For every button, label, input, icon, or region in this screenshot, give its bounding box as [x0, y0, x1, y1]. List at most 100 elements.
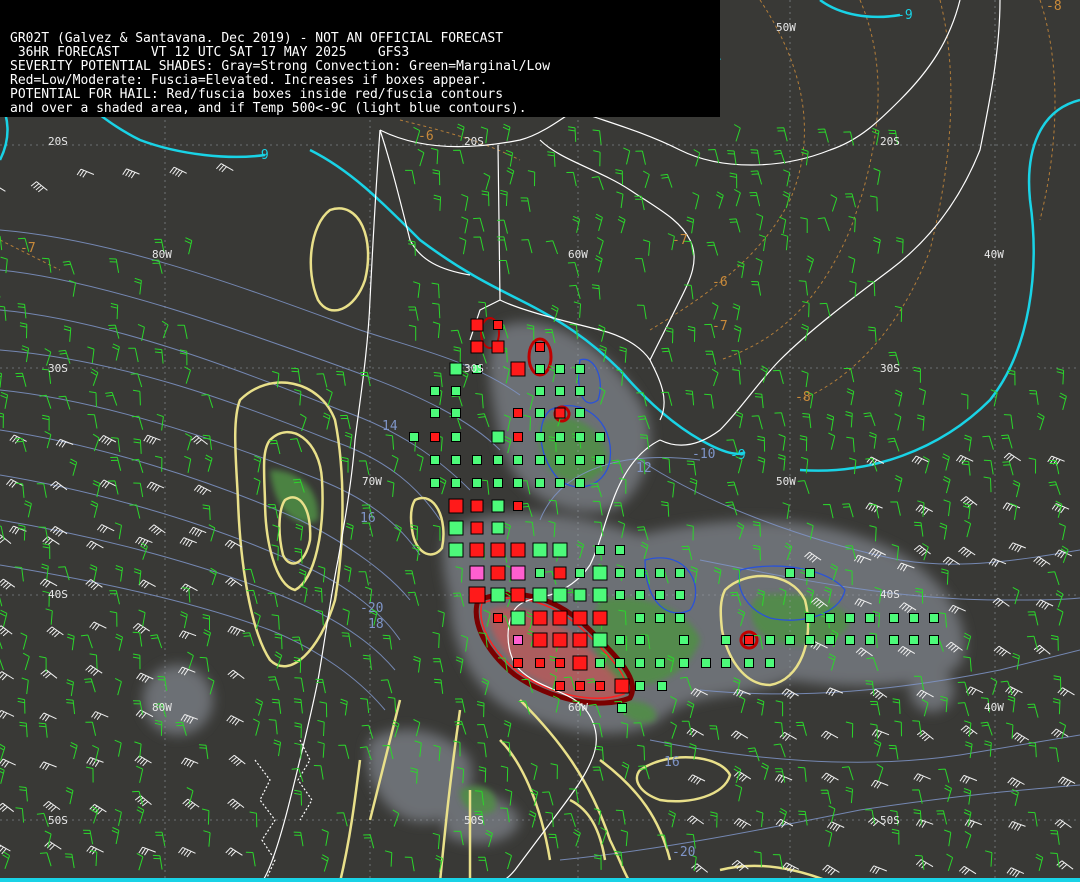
wind-barb: [965, 686, 984, 696]
wind-barb: [433, 372, 443, 388]
wind-barb: [992, 597, 1010, 607]
wind-barb: [1008, 821, 1026, 831]
wind-barb: [798, 280, 808, 296]
wind-barb: [686, 700, 695, 719]
severity-box: [575, 455, 585, 465]
wind-barb: [983, 476, 992, 493]
severity-box: [575, 408, 585, 418]
wind-barb: [795, 721, 807, 736]
severity-box: [490, 542, 506, 558]
wind-barb: [754, 851, 762, 867]
wind-barb: [109, 590, 120, 605]
severity-box: [744, 658, 754, 668]
wind-barb: [42, 414, 50, 431]
wind-barb: [138, 846, 156, 856]
severity-box: [470, 499, 484, 513]
wind-barb: [201, 808, 210, 825]
wind-barb: [670, 721, 677, 739]
severity-box: [805, 635, 815, 645]
wind-barb: [685, 390, 695, 406]
wind-barb: [774, 768, 786, 783]
wind-barb: [187, 651, 194, 670]
wind-barb: [845, 721, 854, 738]
wind-barb: [473, 236, 484, 251]
wind-barb: [520, 197, 531, 212]
wind-barb: [132, 631, 143, 647]
wind-barb: [667, 480, 675, 498]
severity-box: [615, 545, 625, 555]
wind-barb: [387, 696, 397, 713]
lat-label-20s-right: 20S: [880, 135, 900, 148]
wind-barb: [404, 570, 416, 585]
wind-barb: [738, 695, 746, 714]
severity-box: [469, 565, 485, 581]
severity-box: [532, 542, 548, 558]
wind-barb: [86, 766, 94, 783]
wind-barb: [572, 215, 581, 233]
severity-box: [572, 610, 588, 626]
wind-barb: [87, 346, 95, 364]
severity-box: [470, 318, 484, 332]
severity-box: [470, 521, 484, 535]
severity-box: [721, 635, 731, 645]
wind-barb: [801, 323, 809, 341]
wind-barb: [122, 168, 140, 179]
label-orange-e: -7: [672, 233, 688, 248]
severity-box: [493, 455, 503, 465]
wind-barb: [984, 740, 992, 757]
wind-barb: [873, 739, 882, 757]
wind-barb: [505, 149, 514, 167]
wind-barb: [870, 779, 889, 789]
wind-barb: [55, 438, 74, 448]
wind-barb: [911, 455, 930, 465]
wind-barb: [774, 412, 786, 427]
wind-barb: [24, 500, 32, 518]
wind-barb: [294, 789, 302, 806]
wind-barb: [799, 435, 808, 452]
wind-barb: [15, 372, 27, 387]
wind-barb: [869, 431, 877, 449]
severity-box: [701, 658, 711, 668]
wind-barb: [433, 678, 444, 694]
wind-barb: [432, 302, 441, 319]
wind-barb: [894, 720, 902, 737]
severity-box: [889, 613, 899, 623]
wind-barb: [822, 504, 834, 519]
wind-barb: [817, 217, 830, 232]
severity-box: [553, 566, 567, 580]
wind-barb: [691, 863, 709, 873]
wind-barb: [89, 621, 107, 631]
wind-barb: [959, 774, 978, 784]
label-orange-d: -6: [712, 275, 728, 290]
wind-barb: [1006, 867, 1025, 878]
wind-barb: [432, 658, 444, 673]
wind-barb: [594, 808, 602, 825]
wind-barb: [341, 632, 352, 648]
wind-barb: [894, 389, 903, 407]
wind-barb: [416, 454, 424, 472]
wind-barb: [754, 393, 764, 409]
severity-box: [513, 478, 523, 488]
wind-barb: [432, 832, 440, 850]
wind-barb: [253, 477, 261, 495]
label-t500-right-a: -10: [692, 447, 715, 462]
lon-label-60w-top: 60W: [568, 248, 588, 261]
severity-box: [409, 432, 419, 442]
severity-box: [513, 432, 523, 442]
label-blue-14: 14: [382, 419, 398, 434]
severity-box: [552, 587, 568, 603]
severity-box: [615, 635, 625, 645]
wind-barb: [961, 460, 971, 476]
severity-box: [449, 362, 463, 376]
wind-barb: [681, 720, 693, 736]
wind-barb: [733, 124, 741, 142]
wind-barb: [958, 865, 977, 875]
wind-barb: [476, 701, 485, 718]
wind-barb: [178, 630, 197, 640]
wind-barb: [319, 701, 328, 718]
wind-barb: [177, 324, 188, 340]
wind-barb: [413, 655, 421, 673]
severity-box: [575, 364, 585, 374]
wind-barb: [990, 677, 998, 695]
wind-barb: [114, 808, 122, 827]
